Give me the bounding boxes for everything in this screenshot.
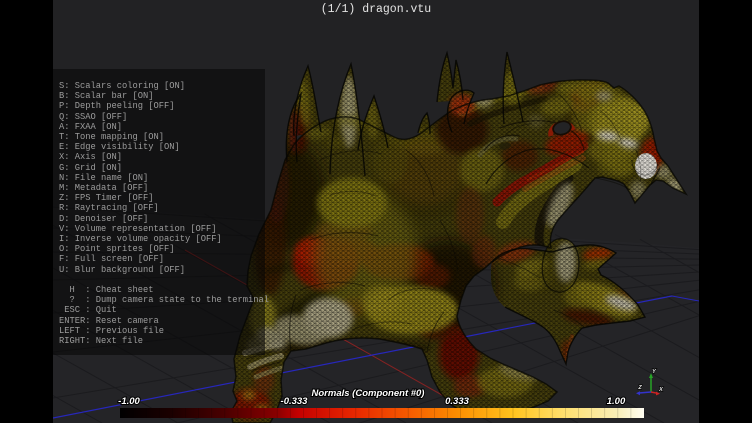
svg-text:0.333: 0.333 xyxy=(445,396,469,407)
svg-text:X: X xyxy=(658,387,663,393)
svg-text:1.00: 1.00 xyxy=(607,396,626,407)
svg-text:Z: Z xyxy=(637,385,642,391)
svg-text:-0.333: -0.333 xyxy=(281,396,309,407)
svg-text:-1.00: -1.00 xyxy=(118,396,140,407)
svg-text:Normals (Component #0): Normals (Component #0) xyxy=(312,388,425,399)
